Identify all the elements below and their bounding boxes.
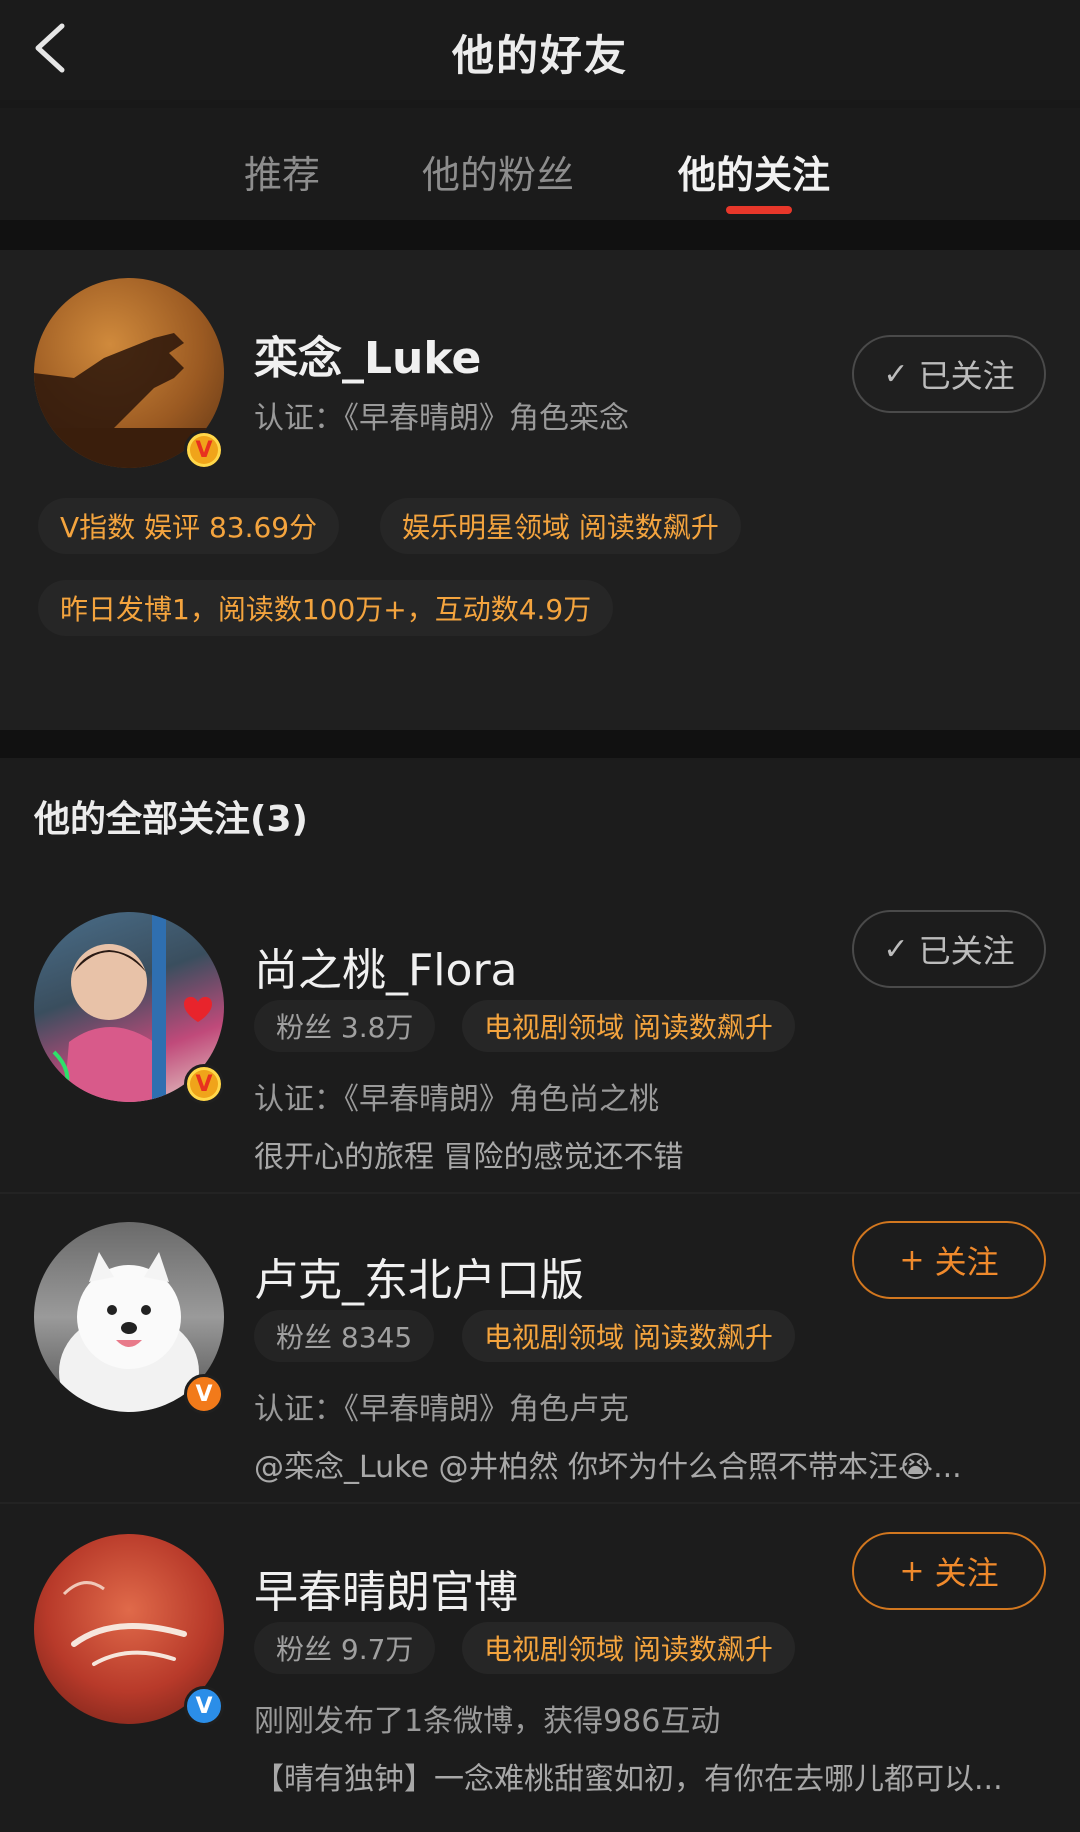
section-title: 他的全部关注(3) (34, 799, 308, 840)
divider (0, 730, 1080, 758)
plus-icon: + (899, 1553, 925, 1589)
user-name[interactable]: 尚之桃_Flora (254, 934, 518, 998)
follow-button[interactable]: + 关注 (852, 1221, 1046, 1299)
follow-button[interactable]: + 关注 (852, 1532, 1046, 1610)
verified-badge-icon: V (184, 1064, 224, 1104)
top-bar: 他的好友 (0, 0, 1080, 100)
row-divider (0, 1502, 1080, 1504)
tab-following[interactable]: 他的关注 (678, 144, 830, 199)
user-bio: 很开心的旅程 冒险的感觉还不错 (254, 1140, 684, 1175)
fans-count: 粉丝 8345 (254, 1310, 435, 1362)
followed-label: 已关注 (918, 932, 1015, 970)
verified-badge-icon: V (184, 430, 224, 470)
check-icon: ✓ (883, 931, 909, 967)
row-divider (0, 1192, 1080, 1194)
user-bio: 【晴有独钟】一念难桃甜蜜如初，有你在去哪儿都可以... (254, 1762, 1003, 1797)
page-title: 他的好友 (451, 31, 628, 80)
check-icon: ✓ (883, 356, 909, 392)
user-bio: @栾念_Luke @井柏然 你坏为什么合照不带本汪😭... (254, 1450, 962, 1485)
user-verification: 认证：《早春晴朗》角色卢克 (254, 1392, 629, 1427)
user-name[interactable]: 卢克_东北户口版 (254, 1244, 584, 1308)
follow-label: 关注 (934, 1554, 999, 1592)
fans-count: 粉丝 3.8万 (254, 1000, 436, 1052)
verified-badge-icon: V (184, 1686, 224, 1726)
follow-label: 关注 (934, 1243, 999, 1281)
domain-tag[interactable]: 电视剧领域 阅读数飙升 (462, 1622, 795, 1674)
domain-tag[interactable]: 电视剧领域 阅读数飙升 (462, 1000, 795, 1052)
user-verification: 认证：《早春晴朗》角色尚之桃 (254, 1082, 659, 1117)
profile-verification: 认证：《早春晴朗》角色栾念 (254, 401, 629, 436)
tab-recommend[interactable]: 推荐 (244, 144, 320, 199)
user-latest-post: 刚刚发布了1条微博，获得986互动 (254, 1704, 721, 1739)
domain-tag[interactable]: 娱乐明星领域 阅读数飙升 (380, 498, 741, 554)
active-tab-indicator (726, 206, 792, 214)
followed-button[interactable]: ✓ 已关注 (852, 335, 1046, 413)
user-name[interactable]: 早春晴朗官博 (254, 1556, 518, 1620)
stats-tag[interactable]: 昨日发博1，阅读数100万+，互动数4.9万 (38, 580, 614, 636)
divider (0, 220, 1080, 250)
followed-button[interactable]: ✓ 已关注 (852, 910, 1046, 988)
followed-label: 已关注 (918, 357, 1015, 395)
tab-followers[interactable]: 他的粉丝 (422, 144, 574, 199)
profile-name[interactable]: 栾念_Luke (254, 322, 481, 386)
domain-tag[interactable]: 电视剧领域 阅读数飙升 (462, 1310, 795, 1362)
verified-badge-icon: V (184, 1374, 224, 1414)
fans-count: 粉丝 9.7万 (254, 1622, 436, 1674)
v-index-tag[interactable]: V指数 娱评 83.69分 (38, 498, 340, 554)
plus-icon: + (899, 1242, 925, 1278)
